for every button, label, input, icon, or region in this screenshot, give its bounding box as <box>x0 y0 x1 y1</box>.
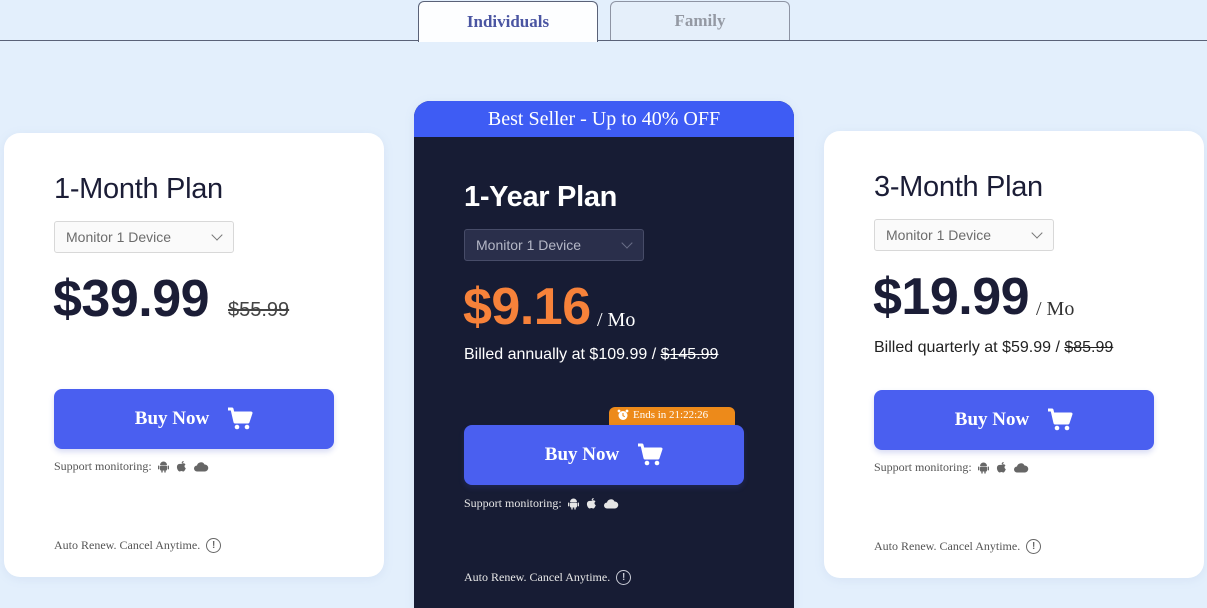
info-icon[interactable]: ! <box>1026 539 1042 554</box>
billing-text: Billed annually at $109.99 / <box>464 346 661 363</box>
plan-card-1-month: 1-Month Plan Monitor 1 Device $39.99 $55… <box>4 133 384 577</box>
device-select[interactable]: Monitor 1 Device <box>874 219 1054 251</box>
billing-original-price: $145.99 <box>660 346 719 363</box>
device-select-value: Monitor 1 Device <box>476 237 582 253</box>
plan-card-3-month: 3-Month Plan Monitor 1 Device $19.99 / M… <box>824 131 1204 578</box>
plan-title: 3-Month Plan <box>874 171 1043 203</box>
auto-renew-note: Auto Renew. Cancel Anytime. ! <box>54 538 222 553</box>
chevron-down-icon <box>211 229 223 241</box>
auto-renew-note: Auto Renew. Cancel Anytime. ! <box>874 539 1042 554</box>
device-select[interactable]: Monitor 1 Device <box>54 221 234 253</box>
buy-now-button[interactable]: Buy Now <box>464 425 744 485</box>
apple-icon <box>176 461 186 472</box>
plan-title: 1-Month Plan <box>54 173 223 205</box>
plan-title: 1-Year Plan <box>464 181 618 213</box>
cart-icon <box>228 407 253 430</box>
buy-now-label: Buy Now <box>134 408 210 429</box>
chevron-down-icon <box>621 237 633 249</box>
plan-price: $39.99 <box>53 270 210 328</box>
info-icon[interactable]: ! <box>206 538 222 553</box>
buy-now-label: Buy Now <box>954 409 1030 430</box>
android-icon <box>157 461 169 473</box>
buy-now-button[interactable]: Buy Now <box>54 389 334 449</box>
cloud-icon <box>1013 462 1028 472</box>
android-icon <box>977 462 989 474</box>
device-select-value: Monitor 1 Device <box>886 227 992 243</box>
tab-individuals[interactable]: Individuals <box>418 1 598 42</box>
cart-icon <box>638 443 663 466</box>
billing-text: Billed quarterly at $59.99 / <box>874 339 1065 356</box>
buy-now-label: Buy Now <box>544 444 620 465</box>
tabs-divider <box>0 40 1207 41</box>
android-icon <box>567 498 579 510</box>
support-label: Support monitoring: <box>874 460 972 474</box>
per-month-label: / Mo <box>597 309 636 331</box>
support-monitoring: Support monitoring: <box>874 460 1029 475</box>
buy-now-button[interactable]: Buy Now <box>874 390 1154 450</box>
billing-note: Billed quarterly at $59.99 / $85.99 <box>874 339 1113 357</box>
support-monitoring: Support monitoring: <box>54 459 209 474</box>
cart-icon <box>1048 408 1073 431</box>
auto-renew-label: Auto Renew. Cancel Anytime. <box>464 570 611 584</box>
device-select-value: Monitor 1 Device <box>66 229 172 245</box>
alarm-clock-icon <box>617 409 629 420</box>
cloud-icon <box>193 461 208 471</box>
auto-renew-label: Auto Renew. Cancel Anytime. <box>54 538 201 552</box>
apple-icon <box>996 462 1006 473</box>
billing-note: Billed annually at $109.99 / $145.99 <box>464 346 718 364</box>
chevron-down-icon <box>1031 227 1043 239</box>
per-month-label: / Mo <box>1036 298 1075 320</box>
cloud-icon <box>603 498 618 508</box>
auto-renew-note: Auto Renew. Cancel Anytime. ! <box>464 570 632 585</box>
best-seller-banner: Best Seller - Up to 40% OFF <box>414 101 794 137</box>
support-label: Support monitoring: <box>464 496 562 510</box>
apple-icon <box>586 498 596 509</box>
countdown-timer: Ends in 21:22:26 <box>609 407 735 427</box>
info-icon[interactable]: ! <box>616 570 632 585</box>
billing-original-price: $85.99 <box>1064 339 1114 356</box>
device-select[interactable]: Monitor 1 Device <box>464 229 644 261</box>
support-monitoring: Support monitoring: <box>464 496 619 511</box>
plan-price: $19.99 <box>873 268 1030 326</box>
plan-card-1-year: Best Seller - Up to 40% OFF 1-Year Plan … <box>414 101 794 608</box>
plan-price: $9.16 <box>463 278 591 336</box>
support-label: Support monitoring: <box>54 459 152 473</box>
auto-renew-label: Auto Renew. Cancel Anytime. <box>874 539 1021 553</box>
original-price: $55.99 <box>228 299 290 321</box>
tab-family[interactable]: Family <box>610 1 790 40</box>
countdown-text: Ends in 21:22:26 <box>633 409 709 421</box>
